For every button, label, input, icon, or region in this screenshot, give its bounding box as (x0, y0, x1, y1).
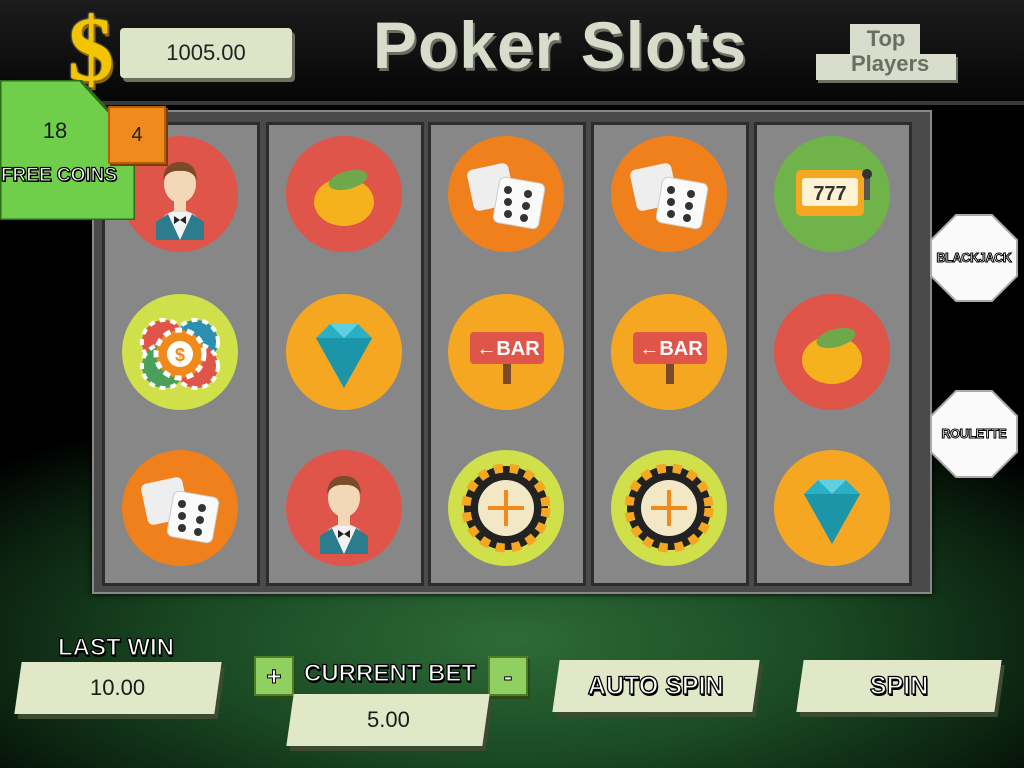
top-players-button[interactable]: Top Players (816, 24, 956, 80)
roulette-wheel-icon (611, 450, 727, 566)
dice-icon (122, 450, 238, 566)
svg-text:←BAR: ←BAR (476, 338, 540, 360)
diamond-icon (774, 450, 890, 566)
lemon-icon (286, 136, 402, 252)
dice-icon (611, 136, 727, 252)
game-title: Poker Slots (372, 8, 748, 82)
roulette-wheel-icon (448, 450, 564, 566)
current-bet-value: 5.00 (366, 707, 410, 732)
spin-label: SPIN (869, 671, 929, 700)
lemon-icon (774, 294, 890, 410)
balance-display: 1005.00 (120, 28, 292, 78)
svg-text:←BAR: ←BAR (639, 338, 703, 360)
blackjack-button[interactable]: BLACKJACK (930, 214, 1018, 302)
roulette-label: ROULETTE (941, 427, 1007, 442)
current-bet-label: CURRENT BET (303, 659, 476, 687)
bar-sign-icon: ←BAR (448, 294, 564, 410)
svg-text:$: $ (175, 345, 185, 365)
top-players-label: Top Players (851, 26, 930, 76)
free-coins-count: 18 (42, 118, 68, 143)
roulette-button[interactable]: ROULETTE (930, 390, 1018, 478)
current-bet-display: 5.00 (286, 694, 490, 746)
last-win-display: 10.00 (14, 662, 222, 714)
decrease-bet-button[interactable]: - (488, 656, 528, 696)
blackjack-label: BLACKJACK (936, 251, 1012, 266)
dealer-icon (286, 450, 402, 566)
increase-bet-button[interactable]: + (254, 656, 294, 696)
bar-sign-icon: ←BAR (611, 294, 727, 410)
svg-text:777: 777 (813, 183, 846, 205)
auto-spin-label: AUTO SPIN (588, 671, 725, 700)
slot-board: $ ←BAR ←BAR 777 (92, 110, 932, 594)
chips-icon: $ (122, 294, 238, 410)
last-win-label: LAST WIN (57, 633, 174, 661)
spin-button[interactable]: SPIN (796, 660, 1002, 712)
free-coins-badge: 4 (108, 106, 166, 164)
dice-icon (448, 136, 564, 252)
last-win-value: 10.00 (90, 675, 146, 700)
diamond-icon (286, 294, 402, 410)
slot-machine-777-icon: 777 (774, 136, 890, 252)
auto-spin-button[interactable]: AUTO SPIN (552, 660, 760, 712)
free-coins-label: FREE COINS (0, 164, 118, 186)
